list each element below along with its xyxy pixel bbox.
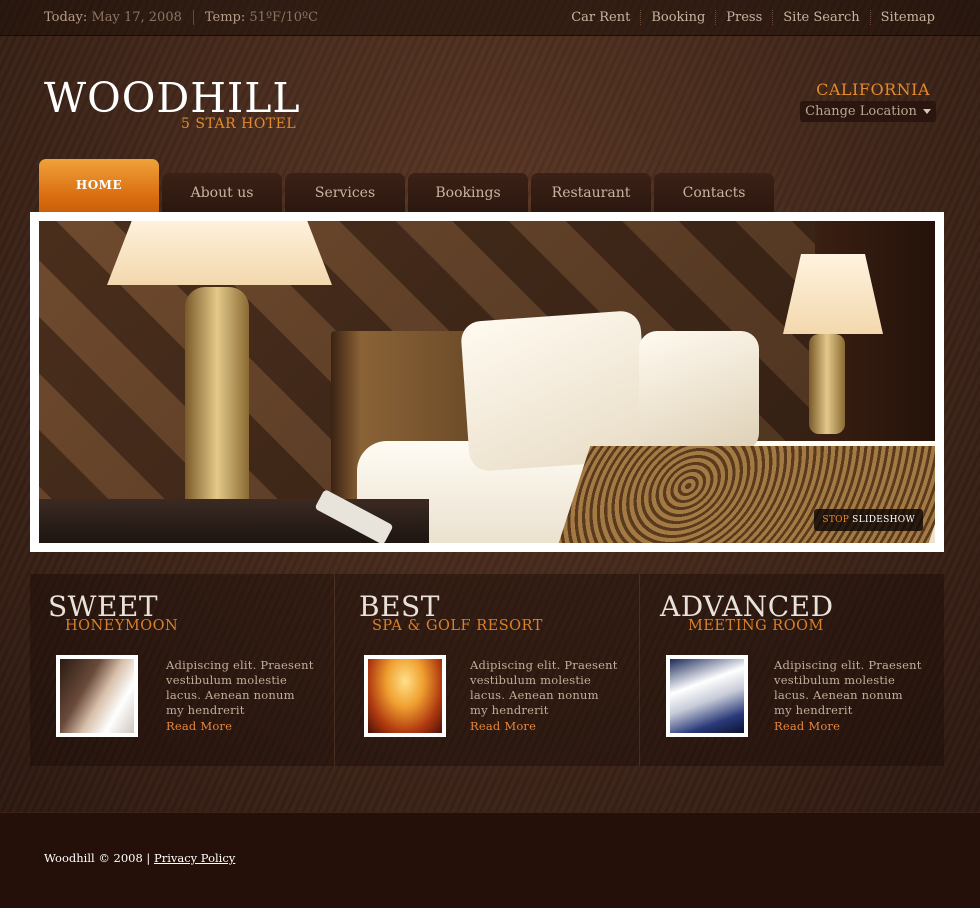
feature-subtitle: MEETING ROOM	[688, 618, 824, 634]
feature-thumbnail[interactable]	[56, 655, 138, 737]
footer-line: Woodhill © 2008 | Privacy Policy	[44, 851, 235, 865]
lamp-base-left	[185, 287, 249, 517]
tab-bookings[interactable]: Bookings	[408, 173, 528, 213]
slideshow-image: STOP SLIDESHOW	[39, 221, 935, 543]
slideshow-label: SLIDESHOW	[852, 515, 915, 525]
top-link-car-rent[interactable]: Car Rent	[561, 10, 640, 25]
tab-home[interactable]: HOME	[39, 159, 159, 213]
footer: Woodhill © 2008 | Privacy Policy	[0, 812, 980, 908]
change-location-button[interactable]: Change Location	[800, 101, 936, 122]
top-link-press[interactable]: Press	[715, 10, 772, 25]
top-link-sitemap[interactable]: Sitemap	[869, 10, 935, 25]
temp-info: Temp: 51ºF/10ºC	[205, 10, 329, 25]
today-info: Today: May 17, 2008	[44, 10, 194, 25]
top-link-booking[interactable]: Booking	[640, 10, 715, 25]
meeting-room-photo	[670, 659, 744, 733]
read-more-link[interactable]: Read More	[470, 719, 620, 734]
privacy-policy-link[interactable]: Privacy Policy	[154, 851, 235, 865]
feature-subtitle: SPA & GOLF RESORT	[372, 618, 543, 634]
caret-down-icon	[922, 109, 931, 114]
logo[interactable]: WOODHILL 5 STAR HOTEL	[44, 74, 301, 132]
stop-slideshow-button[interactable]: STOP SLIDESHOW	[814, 509, 923, 531]
feature-thumbnail[interactable]	[364, 655, 446, 737]
feature-text: Adipiscing elit. Praesent vestibulum mol…	[774, 658, 924, 734]
features: SWEET HONEYMOON Adipiscing elit. Praesen…	[30, 574, 944, 766]
feature-description: Adipiscing elit. Praesent vestibulum mol…	[774, 658, 922, 717]
today-label: Today:	[44, 10, 88, 25]
location: CALIFORNIA Change Location	[800, 80, 936, 122]
top-info: Today: May 17, 2008 Temp: 51ºF/10ºC	[44, 10, 340, 25]
top-link-site-search[interactable]: Site Search	[772, 10, 869, 25]
main-nav: HOME About us Services Bookings Restaura…	[39, 159, 777, 213]
temp-label: Temp:	[204, 10, 246, 25]
read-more-link[interactable]: Read More	[774, 719, 924, 734]
top-links: Car Rent Booking Press Site Search Sitem…	[561, 10, 935, 25]
feature-description: Adipiscing elit. Praesent vestibulum mol…	[166, 658, 314, 717]
logo-name: WOODHILL	[44, 74, 301, 122]
change-location-label: Change Location	[805, 104, 917, 119]
feature-honeymoon: SWEET HONEYMOON Adipiscing elit. Praesen…	[30, 574, 335, 766]
tab-about-us[interactable]: About us	[162, 173, 282, 213]
logo-tagline: 5 STAR HOTEL	[181, 116, 297, 132]
tab-restaurant[interactable]: Restaurant	[531, 173, 651, 213]
tab-services[interactable]: Services	[285, 173, 405, 213]
today-value: May 17, 2008	[91, 10, 182, 25]
top-bar: Today: May 17, 2008 Temp: 51ºF/10ºC Car …	[0, 0, 980, 36]
temp-value: 51ºF/10ºC	[249, 10, 319, 25]
stop-label: STOP	[822, 515, 850, 525]
pillow-back	[639, 331, 759, 451]
feature-description: Adipiscing elit. Praesent vestibulum mol…	[470, 658, 618, 717]
feature-thumbnail[interactable]	[666, 655, 748, 737]
tab-contacts[interactable]: Contacts	[654, 173, 774, 213]
read-more-link[interactable]: Read More	[166, 719, 316, 734]
feature-spa-golf: BEST SPA & GOLF RESORT Adipiscing elit. …	[335, 574, 640, 766]
feature-text: Adipiscing elit. Praesent vestibulum mol…	[166, 658, 316, 734]
spa-photo	[368, 659, 442, 733]
honeymoon-photo	[60, 659, 134, 733]
feature-text: Adipiscing elit. Praesent vestibulum mol…	[470, 658, 620, 734]
lamp-shade-left	[107, 221, 332, 285]
lamp-base-right	[809, 334, 845, 434]
feature-subtitle: HONEYMOON	[65, 618, 179, 634]
feature-meeting-room: ADVANCED MEETING ROOM Adipiscing elit. P…	[640, 574, 944, 766]
footer-copyright: Woodhill © 2008 |	[44, 851, 151, 865]
location-state: CALIFORNIA	[816, 80, 930, 99]
slideshow-frame: STOP SLIDESHOW	[30, 212, 944, 552]
